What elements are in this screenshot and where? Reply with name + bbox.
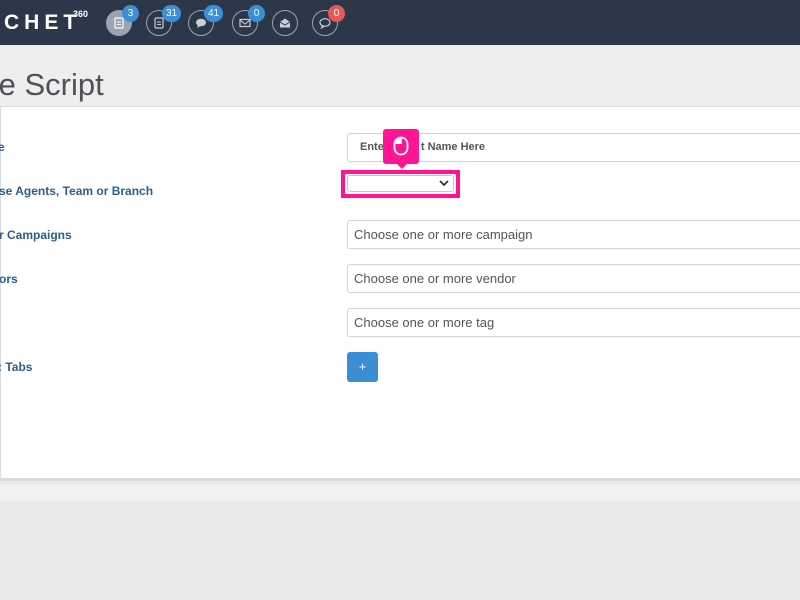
vendors-label: ors bbox=[0, 272, 18, 286]
mail-badge: 0 bbox=[248, 5, 265, 22]
click-target-highlight bbox=[341, 170, 460, 198]
chat-badge: 41 bbox=[204, 5, 224, 22]
tags-input[interactable]: Choose one or more tag bbox=[347, 308, 800, 337]
message-badge: 0 bbox=[328, 5, 345, 22]
chat-icon[interactable]: 41 bbox=[188, 5, 224, 36]
vendors-input[interactable]: Choose one or more vendor bbox=[347, 264, 800, 293]
documents-badge: 31 bbox=[162, 5, 182, 22]
script-name-value: Ente bbox=[360, 141, 384, 153]
inbox-icon[interactable] bbox=[272, 10, 298, 36]
add-tab-button[interactable]: + bbox=[347, 352, 378, 382]
message-icon[interactable]: 0 bbox=[312, 5, 345, 36]
top-navbar: CHET 360 3 31 41 0 0 bbox=[0, 0, 800, 45]
campaigns-label: r Campaigns bbox=[0, 228, 72, 242]
page-title: te Script bbox=[0, 67, 104, 102]
app-logo-superscript: 360 bbox=[73, 9, 89, 19]
mail-icon[interactable]: 0 bbox=[232, 5, 265, 36]
footer-strip bbox=[0, 484, 800, 501]
documents-icon[interactable]: 31 bbox=[146, 5, 182, 36]
mouse-click-icon bbox=[383, 129, 419, 169]
page-header: te Script bbox=[0, 45, 800, 107]
campaigns-input[interactable]: Choose one or more campaign bbox=[347, 220, 800, 249]
app-logo[interactable]: CHET bbox=[4, 11, 81, 35]
scripts-icon[interactable]: 3 bbox=[106, 5, 139, 36]
script-name-label: e bbox=[0, 140, 5, 154]
scripts-badge: 3 bbox=[122, 5, 139, 22]
tabs-label: : Tabs bbox=[0, 360, 33, 374]
script-name-value-tail: t Name Here bbox=[420, 141, 486, 153]
agents-team-branch-label: se Agents, Team or Branch bbox=[0, 184, 154, 198]
